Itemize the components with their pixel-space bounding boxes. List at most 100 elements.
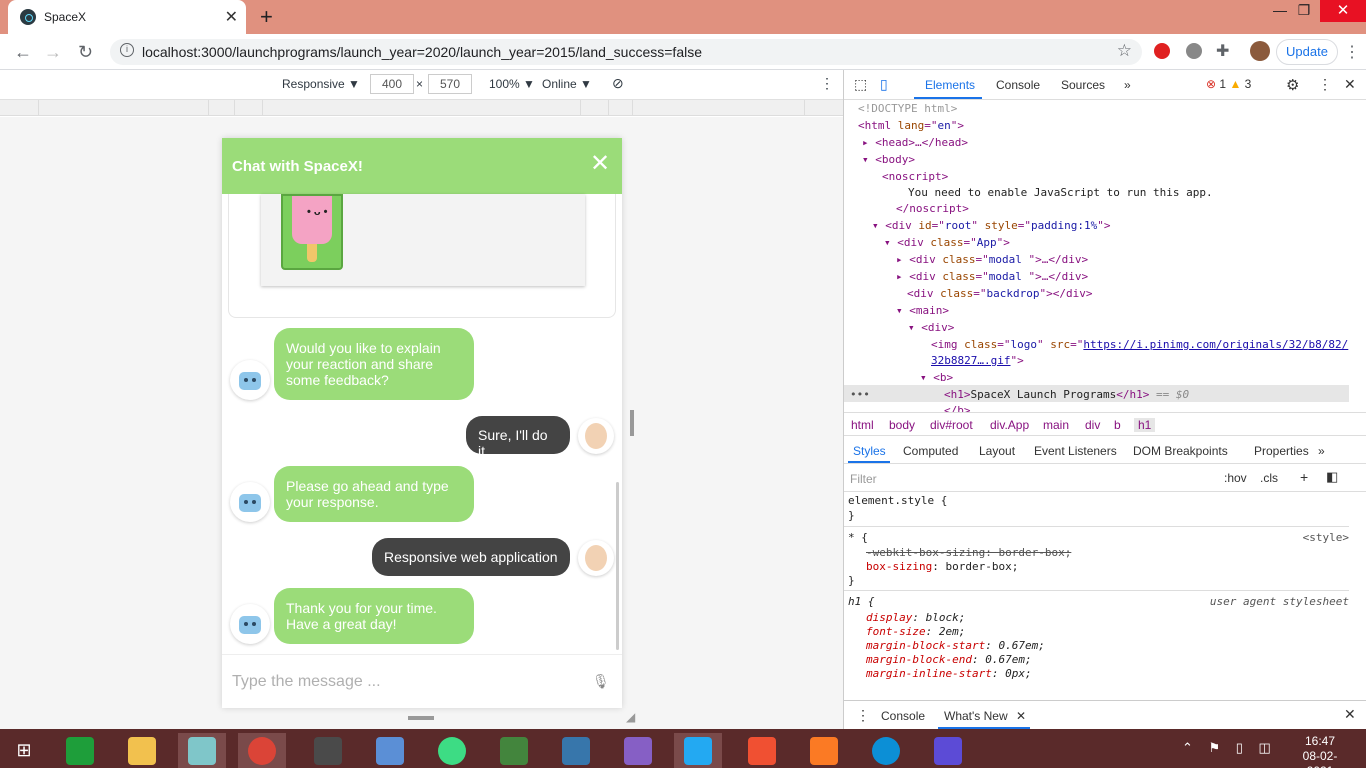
python-icon[interactable] — [552, 733, 600, 768]
browser-menu-icon[interactable]: ⋮ — [1344, 42, 1360, 62]
dom-line[interactable]: ▾ <b> — [920, 371, 953, 384]
update-button[interactable]: Update — [1276, 39, 1338, 65]
dom-line[interactable]: ▾ <body> — [862, 153, 915, 166]
rule-declaration[interactable]: display: block; — [866, 611, 965, 624]
drawer-close-icon[interactable]: ✕ — [1344, 706, 1356, 723]
android-studio-icon[interactable] — [428, 733, 476, 768]
tab-properties[interactable]: Properties — [1254, 444, 1309, 458]
sublime-text-icon[interactable] — [304, 733, 352, 768]
crumb-body[interactable]: body — [889, 418, 915, 432]
rule-declaration-overridden[interactable]: -webkit-box-sizing: border-box; — [866, 546, 1071, 559]
hov-toggle[interactable]: :hov — [1224, 471, 1247, 485]
dom-line[interactable]: <noscript> — [882, 170, 948, 183]
inspect-element-icon[interactable]: ⬚ — [854, 76, 867, 93]
rotate-icon[interactable]: ⊘ — [612, 75, 624, 92]
device-toggle-icon[interactable]: ▯ — [880, 76, 888, 93]
notifications-icon[interactable] — [1346, 733, 1366, 768]
devtools-close-icon[interactable]: ✕ — [1344, 76, 1356, 93]
system-tray[interactable]: ⌃ ⚑ ▯ ◫ — [1182, 740, 1277, 756]
chat-scrollbar[interactable] — [616, 482, 619, 650]
microphone-icon[interactable]: 🎙 — [592, 673, 610, 690]
address-bar[interactable]: i localhost:3000/launchprograms/launch_y… — [110, 39, 1142, 65]
rule-selector[interactable]: element.style { — [848, 494, 947, 507]
info-icon[interactable]: i — [120, 43, 134, 57]
extension-gray-icon[interactable] — [1186, 43, 1202, 59]
tab-layout[interactable]: Layout — [979, 444, 1015, 458]
dom-line[interactable]: ▾ <div> — [908, 321, 954, 334]
more-tabs-icon[interactable]: » — [1124, 78, 1131, 92]
close-tab-icon[interactable]: ✕ — [225, 7, 238, 27]
reload-icon[interactable]: ↻ — [78, 42, 93, 63]
viewport-resize-handle-bottom[interactable] — [408, 716, 434, 720]
devtools-menu-icon[interactable]: ⋮ — [1318, 76, 1332, 93]
rule-declaration[interactable]: margin-block-end: 0.67em; — [866, 653, 1032, 666]
crumb-b[interactable]: b — [1114, 418, 1121, 432]
chrome-icon[interactable] — [238, 733, 286, 768]
tab-console[interactable]: Console — [996, 78, 1040, 92]
file-explorer-icon[interactable] — [118, 733, 166, 768]
bookmark-star-icon[interactable]: ☆ — [1117, 41, 1132, 61]
rule-declaration[interactable]: font-size: 2em; — [866, 625, 965, 638]
dom-line[interactable]: </b> — [944, 404, 971, 412]
dom-line[interactable]: <html lang="en"> — [858, 119, 964, 132]
viewport-width-input[interactable]: 400 — [370, 74, 414, 94]
drawer-tab-console[interactable]: Console — [881, 709, 925, 723]
rule-source[interactable]: <style> — [1303, 531, 1349, 544]
rule-selector[interactable]: * { — [848, 531, 868, 544]
close-whats-new-icon[interactable]: ✕ — [1016, 709, 1026, 723]
cls-toggle[interactable]: .cls — [1260, 471, 1278, 485]
drawer-tab-whats-new[interactable]: What's New — [944, 709, 1008, 723]
crumb-h1[interactable]: h1 — [1134, 418, 1156, 432]
forward-arrow-icon[interactable]: → — [44, 42, 62, 63]
dom-line[interactable]: You need to enable JavaScript to run thi… — [908, 186, 1213, 199]
drawer-menu-icon[interactable]: ⋮ — [856, 707, 870, 724]
dom-line[interactable]: 32b8827….gif"> — [931, 354, 1024, 367]
edge-icon[interactable] — [862, 733, 910, 768]
virtualbox-icon[interactable] — [366, 733, 414, 768]
crumb-div-app[interactable]: div.App — [990, 418, 1029, 432]
device-mode-select[interactable]: Responsive ▼ — [282, 77, 360, 91]
window-close-button[interactable]: ✕ — [1320, 0, 1366, 22]
dom-tree[interactable]: <!DOCTYPE html> <html lang="en"> ▸ <head… — [844, 100, 1366, 412]
clock[interactable]: 16:47 08-02-2021 — [1290, 734, 1350, 779]
vscode-icon[interactable] — [674, 733, 722, 768]
rule-declaration[interactable]: margin-inline-start: 0px; — [866, 667, 1032, 680]
crumb-main[interactable]: main — [1043, 418, 1069, 432]
rule-declaration[interactable]: margin-block-start: 0.67em; — [866, 639, 1045, 652]
zoom-select[interactable]: 100% ▼ — [489, 77, 535, 91]
dom-line[interactable]: ▸ <div class="modal ">…</div> — [896, 270, 1088, 283]
url-text[interactable]: localhost:3000/launchprograms/launch_yea… — [142, 44, 702, 60]
more-panels-icon[interactable]: » — [1318, 444, 1325, 458]
issues-badge[interactable]: ⊗ 1 ▲ 3 — [1206, 77, 1251, 91]
viewport-height-input[interactable]: 570 — [428, 74, 472, 94]
crumb-div[interactable]: div — [1085, 418, 1100, 432]
dom-line[interactable]: ▾ <div class="App"> — [884, 236, 1010, 249]
xampp-icon[interactable] — [800, 733, 848, 768]
extensions-puzzle-icon[interactable]: ✚ — [1216, 41, 1229, 61]
rule-selector[interactable]: h1 { — [848, 595, 875, 608]
crumb-div-root[interactable]: div#root — [930, 418, 973, 432]
notepad-icon[interactable] — [178, 733, 226, 768]
tab-computed[interactable]: Computed — [903, 444, 958, 458]
viewport-resize-handle-right[interactable] — [630, 410, 634, 436]
dom-line[interactable]: <img class="logo" src="https://i.pinimg.… — [931, 338, 1348, 351]
restore-button[interactable]: ❐ — [1288, 2, 1320, 22]
settings-icon[interactable] — [924, 733, 972, 768]
dom-line-selected[interactable]: <h1>SpaceX Launch Programs</h1> == $0 — [944, 388, 1189, 401]
browser-tab[interactable]: SpaceX ✕ — [8, 0, 246, 34]
visual-studio-icon[interactable] — [614, 733, 662, 768]
styles-filter-input[interactable]: Filter — [850, 472, 877, 486]
settings-gear-icon[interactable]: ⚙ — [1286, 76, 1299, 94]
dom-line[interactable]: ▸ <div class="modal ">…</div> — [896, 253, 1088, 266]
git-icon[interactable] — [738, 733, 786, 768]
dom-line-ellipsis[interactable]: ••• — [850, 388, 870, 401]
new-style-rule-icon[interactable]: + — [1300, 469, 1308, 485]
toggle-sidebar-icon[interactable]: ◧ — [1326, 469, 1338, 485]
dom-line[interactable]: ▾ <main> — [896, 304, 949, 317]
tab-event-listeners[interactable]: Event Listeners — [1034, 444, 1117, 458]
crumb-html[interactable]: html — [851, 418, 874, 432]
nodejs-icon[interactable] — [490, 733, 538, 768]
profile-avatar[interactable] — [1250, 41, 1270, 61]
tab-dom-breakpoints[interactable]: DOM Breakpoints — [1133, 444, 1228, 458]
chat-close-icon[interactable]: ✕ — [590, 152, 610, 176]
